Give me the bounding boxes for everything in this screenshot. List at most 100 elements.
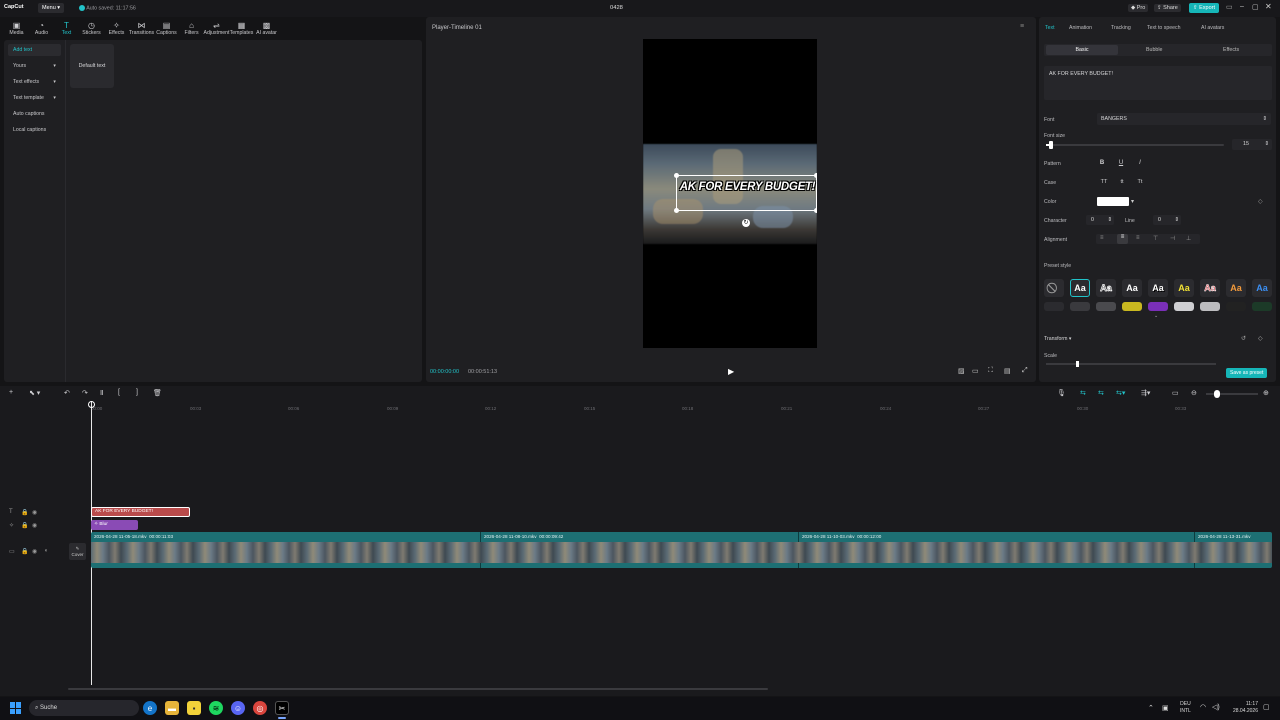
preset-style[interactable]: Aa [1122,279,1142,297]
keyframe-icon[interactable]: ◇ [1258,198,1263,205]
underline-button[interactable]: U [1115,160,1127,166]
player-menu-icon[interactable]: ≡ [1020,23,1024,30]
bold-button[interactable]: B [1096,160,1108,166]
split-right-icon[interactable]: ] [136,389,138,396]
subtab-bubble[interactable]: Bubble [1146,47,1163,53]
align-left-icon[interactable]: ≡ [1100,235,1104,241]
color-dropdown-icon[interactable]: ▾ [1131,198,1134,205]
align-top-icon[interactable]: ⊤ [1153,235,1158,242]
split-left-icon[interactable]: [ [118,389,120,396]
preset-style[interactable] [1200,302,1220,311]
effect-clip[interactable]: ✧ Blur [91,520,138,530]
notification-icon[interactable]: ▢ [1263,703,1270,711]
tray-app-icon[interactable]: ▣ [1162,704,1169,712]
line-input[interactable]: 0 ⇕ [1153,215,1181,225]
scale-slider-knob[interactable] [1076,361,1079,367]
maximize-icon[interactable]: ▢ [1252,3,1259,11]
magnet-icon[interactable]: ⇆▾ [1116,389,1125,397]
redo-icon[interactable]: ↷ [82,389,88,397]
close-icon[interactable]: ✕ [1265,2,1272,11]
video-canvas[interactable]: AK FOR EVERY BUDGET! ↻ [643,39,817,348]
tab-effects[interactable]: ✧ Effects [104,17,129,39]
tray-chevron-icon[interactable]: ⌃ [1148,704,1154,712]
keyframe-icon[interactable]: ◇ [1258,335,1263,342]
chevron-down-icon[interactable]: ⌄ [1154,313,1158,319]
zoom-in-icon[interactable]: ⊕ [1263,389,1269,397]
undo-icon[interactable]: ↶ [64,389,70,397]
tab-text-to-speech[interactable]: Text to speech [1147,25,1180,31]
cover-button[interactable]: ✎ Cover [69,543,86,560]
pro-button[interactable]: ◆ Pro [1128,4,1149,12]
tab-text[interactable]: T Text [54,17,79,39]
preset-style[interactable]: Aa [1252,279,1272,297]
language-indicator[interactable]: DEU INTL [1180,701,1191,715]
fullscreen-icon[interactable]: ⤢ [1022,367,1028,375]
preset-style[interactable] [1070,302,1090,311]
preset-style[interactable]: Aa [1174,279,1194,297]
tab-ai-avatars[interactable]: AI avatars [1201,25,1224,31]
tab-stickers[interactable]: ◷ Stickers [79,17,104,39]
save-preset-button[interactable]: Save as preset [1226,368,1268,378]
preset-style[interactable]: Aa [1148,279,1168,297]
link-clip-icon[interactable]: ⇆ [1098,389,1104,397]
sticky-notes-icon[interactable]: ▪ [187,701,201,715]
link-main-icon[interactable]: ⇆ [1080,389,1086,397]
preset-style[interactable] [1122,302,1142,311]
subtab-basic[interactable]: Basic [1046,45,1118,55]
reset-icon[interactable]: ↺ [1241,335,1246,342]
tab-animation[interactable]: Animation [1069,25,1092,31]
preset-style[interactable] [1148,302,1168,311]
tab-templates[interactable]: ▦ Templates [229,17,254,39]
align-bottom-icon[interactable]: ⊥ [1186,235,1191,242]
titlecase-button[interactable]: Tt [1134,179,1146,185]
fontsize-slider-knob[interactable] [1049,141,1053,149]
lock-icon[interactable]: 🔒 [21,548,28,555]
tab-adjustment[interactable]: ⇌ Adjustment [204,17,230,39]
edge-icon[interactable]: e [143,701,157,715]
fontsize-value[interactable]: 15 ⇕ [1232,139,1272,150]
capcut-taskbar-icon[interactable]: ✂ [275,701,289,715]
preset-style[interactable] [1252,302,1272,311]
tab-text-props[interactable]: Text [1045,25,1055,31]
preset-none[interactable]: ⃠ [1044,279,1064,297]
text-content-input[interactable]: AK FOR EVERY BUDGET! [1044,66,1272,100]
tab-captions[interactable]: ▤ Captions [154,17,179,39]
taskbar-search[interactable]: ⌕ Suche [29,700,139,716]
character-input[interactable]: 0 ⇕ [1086,215,1114,225]
scale-slider-track[interactable] [1046,363,1216,365]
font-select[interactable]: BANGERS ⇕ [1097,113,1271,125]
resize-handle[interactable] [814,208,817,213]
playhead-handle[interactable] [88,401,95,408]
tab-transitions[interactable]: ⋈ Transitions [129,17,154,39]
delete-icon[interactable]: 🗑 [153,389,162,397]
explorer-icon[interactable]: ▬ [165,701,179,715]
tab-audio[interactable]: ◔ Audio [29,17,54,39]
add-icon[interactable]: + [9,389,13,396]
windows-start-icon[interactable] [10,702,22,714]
mic-icon[interactable]: 🎙 [1057,389,1066,397]
uppercase-button[interactable]: TT [1098,179,1110,185]
chrome-icon[interactable]: ◎ [253,701,267,715]
preset-style[interactable] [1096,302,1116,311]
default-text-card[interactable]: Default text [70,44,114,88]
audio-icon[interactable]: ◖ [44,548,48,554]
color-swatch[interactable] [1097,197,1129,206]
zoom-slider-knob[interactable] [1214,390,1220,398]
export-button[interactable]: ⇧ Export [1189,3,1220,13]
resize-handle[interactable] [674,173,679,178]
lowercase-button[interactable]: tt [1116,179,1128,185]
preset-style[interactable]: Aa [1070,279,1090,297]
subtab-effects[interactable]: Effects [1223,47,1239,53]
nav-text-effects[interactable]: Text effects ▾ [8,76,61,88]
nav-auto-captions[interactable]: Auto captions [8,108,61,120]
spotify-icon[interactable]: ≋ [209,701,223,715]
align-right-icon[interactable]: ≡ [1136,235,1140,241]
preset-style[interactable]: Aa [1200,279,1220,297]
volume-icon[interactable]: ◁) [1212,703,1220,711]
crop-icon[interactable]: ⛶ [988,367,993,375]
share-button[interactable]: ⇪ Share [1154,4,1181,12]
minimize-icon[interactable]: – [1240,3,1244,10]
eye-icon[interactable]: ◉ [32,509,37,516]
timeline-scrollbar[interactable] [68,688,768,690]
tab-tracking[interactable]: Tracking [1111,25,1131,31]
